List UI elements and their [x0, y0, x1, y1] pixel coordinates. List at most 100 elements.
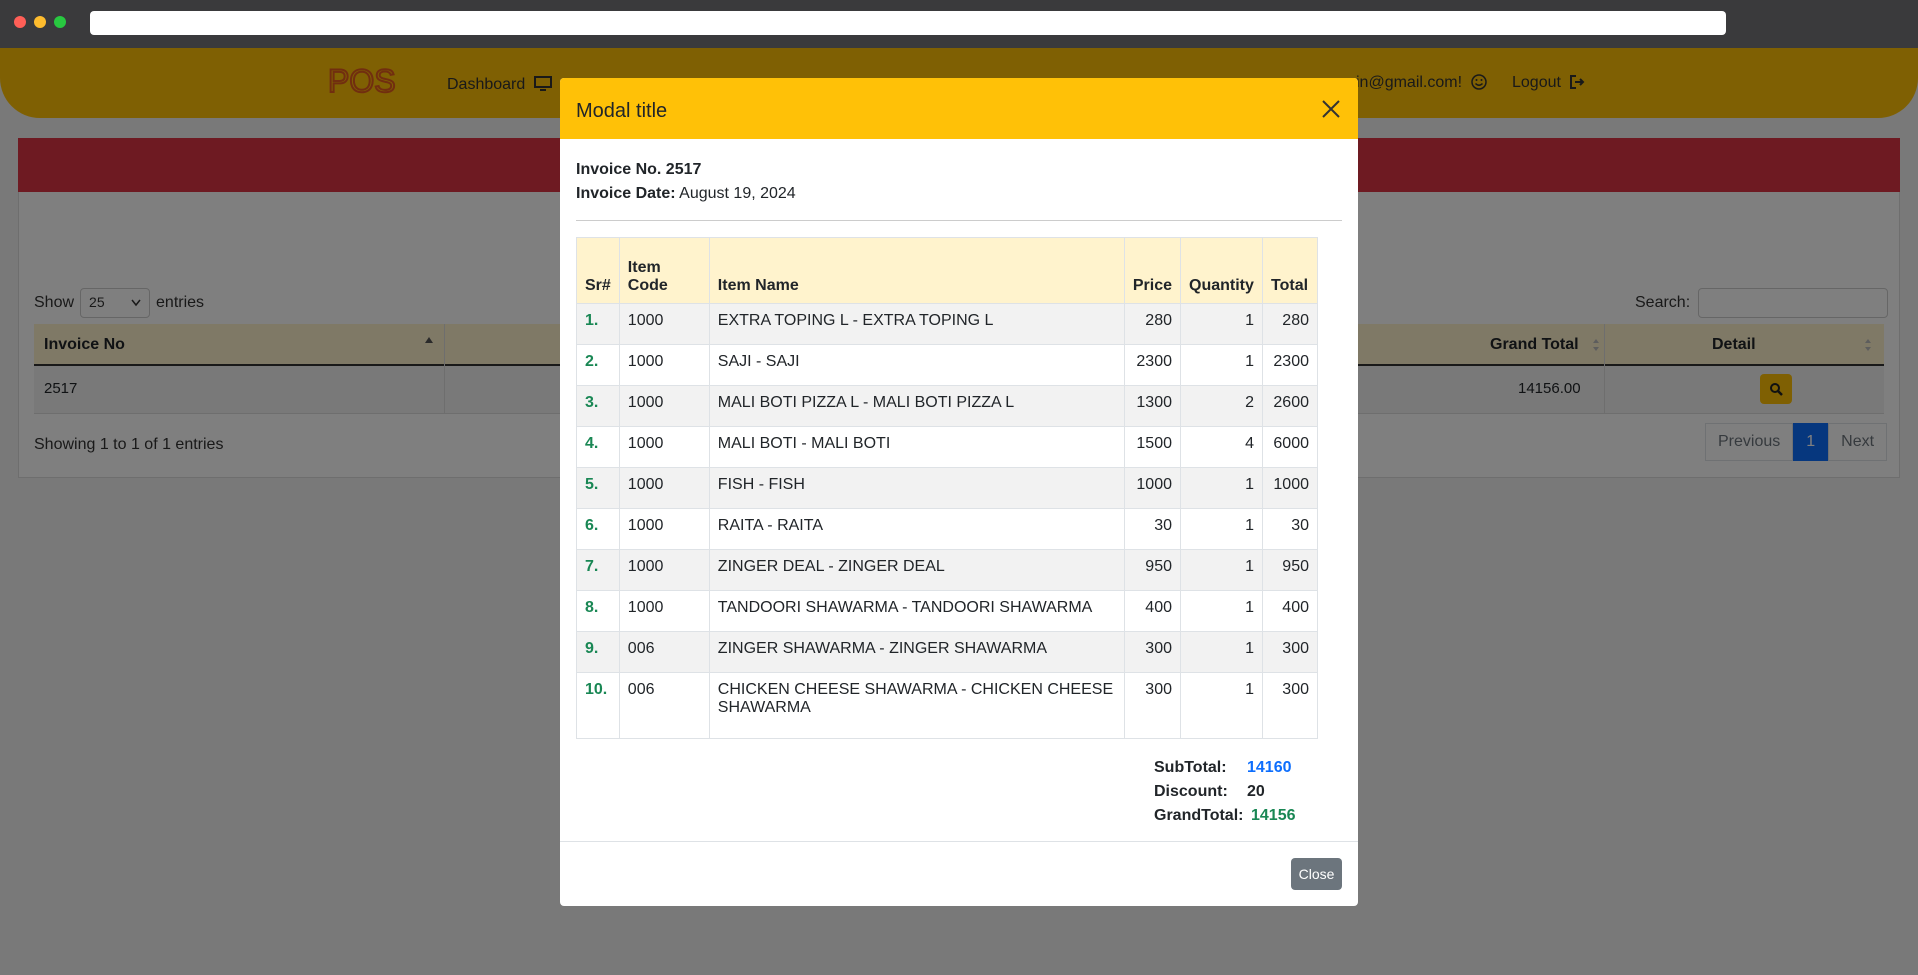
cell-item-name: MALI BOTI - MALI BOTI: [708, 426, 1125, 468]
cell-item-name: FISH - FISH: [708, 467, 1125, 509]
cell-item-code: 1000: [618, 426, 710, 468]
cell-quantity: 1: [1180, 508, 1263, 550]
cell-sr: 4.: [576, 426, 620, 468]
cell-price: 950: [1123, 549, 1182, 591]
cell-total: 280: [1262, 303, 1318, 345]
cell-quantity: 4: [1180, 426, 1263, 468]
cell-price: 2300: [1123, 344, 1182, 386]
modal-body: Invoice No. 2517 Invoice Date: August 19…: [576, 158, 1342, 824]
cell-item-code: 1000: [618, 385, 710, 427]
cell-quantity: 1: [1180, 672, 1263, 739]
cell-item-name: TANDOORI SHAWARMA - TANDOORI SHAWARMA: [708, 590, 1125, 632]
window-maximize-dot[interactable]: [54, 16, 66, 28]
header-price: Price: [1123, 237, 1182, 304]
cell-quantity: 1: [1180, 549, 1263, 591]
window-minimize-dot[interactable]: [34, 16, 46, 28]
address-bar[interactable]: [90, 11, 1726, 35]
cell-quantity: 2: [1180, 385, 1263, 427]
cell-sr: 5.: [576, 467, 620, 509]
cell-total: 30: [1262, 508, 1318, 550]
cell-quantity: 1: [1180, 631, 1263, 673]
cell-item-code: 006: [618, 631, 710, 673]
cell-item-code: 1000: [618, 344, 710, 386]
invoice-date: Invoice Date: August 19, 2024: [576, 182, 1342, 206]
cell-total: 400: [1262, 590, 1318, 632]
table-row: 8. 1000 TANDOORI SHAWARMA - TANDOORI SHA…: [576, 590, 1318, 632]
cell-sr: 9.: [576, 631, 620, 673]
header-sr: Sr#: [576, 237, 620, 304]
modal-footer: Close: [560, 841, 1358, 906]
items-header-row: Sr# Item Code Item Name Price Quantity T…: [576, 237, 1318, 304]
invoice-totals: SubTotal: 14160 Discount: 20 GrandTotal:…: [1154, 756, 1296, 828]
table-row: 3. 1000 MALI BOTI PIZZA L - MALI BOTI PI…: [576, 385, 1318, 427]
cell-total: 950: [1262, 549, 1318, 591]
cell-item-code: 1000: [618, 303, 710, 345]
cell-price: 30: [1123, 508, 1182, 550]
table-row: 4. 1000 MALI BOTI - MALI BOTI 1500 4 600…: [576, 426, 1318, 468]
cell-sr: 10.: [576, 672, 620, 739]
table-row: 2. 1000 SAJI - SAJI 2300 1 2300: [576, 344, 1318, 386]
cell-total: 6000: [1262, 426, 1318, 468]
cell-sr: 6.: [576, 508, 620, 550]
header-item-name: Item Name: [708, 237, 1125, 304]
subtotal-value: 14160: [1247, 759, 1292, 776]
cell-quantity: 1: [1180, 590, 1263, 632]
invoice-date-value: August 19, 2024: [679, 185, 796, 202]
table-row: 6. 1000 RAITA - RAITA 30 1 30: [576, 508, 1318, 550]
discount-row: Discount: 20: [1154, 780, 1296, 804]
grandtotal-row: GrandTotal: 14156: [1154, 804, 1296, 828]
invoice-number-label: Invoice No. 2517: [576, 161, 702, 178]
cell-item-name: EXTRA TOPING L - EXTRA TOPING L: [708, 303, 1125, 345]
cell-sr: 1.: [576, 303, 620, 345]
cell-item-name: RAITA - RAITA: [708, 508, 1125, 550]
cell-item-name: CHICKEN CHEESE SHAWARMA - CHICKEN CHEESE…: [708, 672, 1125, 739]
modal-header: Modal title: [560, 78, 1358, 139]
invoice-items-table: Sr# Item Code Item Name Price Quantity T…: [576, 237, 1318, 739]
cell-item-name: ZINGER DEAL - ZINGER DEAL: [708, 549, 1125, 591]
cell-item-name: ZINGER SHAWARMA - ZINGER SHAWARMA: [708, 631, 1125, 673]
cell-item-name: MALI BOTI PIZZA L - MALI BOTI PIZZA L: [708, 385, 1125, 427]
cell-quantity: 1: [1180, 467, 1263, 509]
close-button[interactable]: Close: [1291, 858, 1342, 890]
cell-price: 1300: [1123, 385, 1182, 427]
cell-price: 300: [1123, 672, 1182, 739]
table-row: 5. 1000 FISH - FISH 1000 1 1000: [576, 467, 1318, 509]
table-row: 1. 1000 EXTRA TOPING L - EXTRA TOPING L …: [576, 303, 1318, 345]
cell-sr: 3.: [576, 385, 620, 427]
cell-total: 1000: [1262, 467, 1318, 509]
cell-price: 400: [1123, 590, 1182, 632]
cell-item-code: 1000: [618, 549, 710, 591]
invoice-date-label: Invoice Date:: [576, 185, 676, 202]
cell-sr: 7.: [576, 549, 620, 591]
divider: [576, 220, 1342, 221]
cell-total: 2300: [1262, 344, 1318, 386]
cell-item-code: 1000: [618, 508, 710, 550]
cell-total: 300: [1262, 672, 1318, 739]
cell-quantity: 1: [1180, 303, 1263, 345]
discount-label: Discount:: [1154, 783, 1228, 800]
cell-sr: 8.: [576, 590, 620, 632]
header-item-code: Item Code: [618, 237, 710, 304]
cell-item-code: 006: [618, 672, 710, 739]
subtotal-row: SubTotal: 14160: [1154, 756, 1296, 780]
cell-price: 280: [1123, 303, 1182, 345]
discount-value: 20: [1247, 783, 1265, 800]
subtotal-label: SubTotal:: [1154, 759, 1227, 776]
cell-total: 2600: [1262, 385, 1318, 427]
cell-item-code: 1000: [618, 590, 710, 632]
cell-item-code: 1000: [618, 467, 710, 509]
cell-item-name: SAJI - SAJI: [708, 344, 1125, 386]
cell-quantity: 1: [1180, 344, 1263, 386]
window-close-dot[interactable]: [14, 16, 26, 28]
table-row: 7. 1000 ZINGER DEAL - ZINGER DEAL 950 1 …: [576, 549, 1318, 591]
cell-total: 300: [1262, 631, 1318, 673]
header-quantity: Quantity: [1180, 237, 1263, 304]
table-row: 10. 006 CHICKEN CHEESE SHAWARMA - CHICKE…: [576, 672, 1318, 739]
table-row: 9. 006 ZINGER SHAWARMA - ZINGER SHAWARMA…: [576, 631, 1318, 673]
invoice-number: Invoice No. 2517: [576, 158, 1342, 182]
cell-price: 300: [1123, 631, 1182, 673]
grandtotal-label: GrandTotal:: [1154, 807, 1244, 824]
cell-price: 1500: [1123, 426, 1182, 468]
close-icon[interactable]: [1318, 96, 1344, 122]
browser-chrome: [0, 0, 1918, 48]
